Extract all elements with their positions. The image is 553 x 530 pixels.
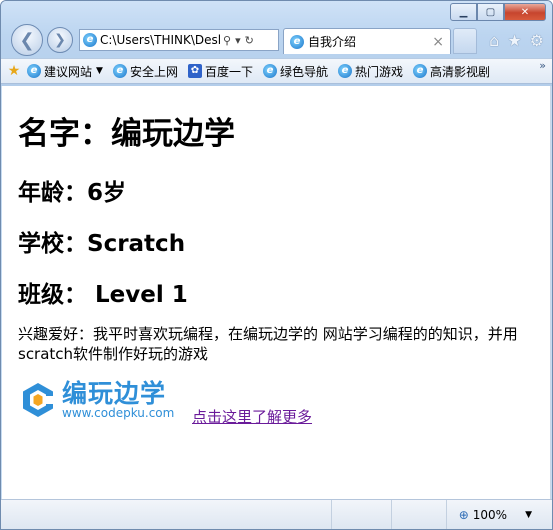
fav-item-3[interactable]: e 绿色导航 xyxy=(262,63,328,80)
fav-label: 建议网站 xyxy=(44,64,93,79)
arrow-left-icon: ❮ xyxy=(19,29,35,51)
fav-item-4[interactable]: e 热门游戏 xyxy=(337,63,403,80)
status-divider xyxy=(331,500,332,529)
forward-button[interactable]: ❯ xyxy=(47,27,73,53)
ie-icon: e xyxy=(337,64,352,78)
favorites-star-icon[interactable]: ★ xyxy=(507,31,521,50)
hobby-paragraph: 兴趣爱好：我平时喜欢玩编程，在编玩边学的 网站学习编程的的知识，并用scratc… xyxy=(18,325,518,363)
ie-icon: e xyxy=(83,33,97,47)
address-url[interactable]: C:\Users\THINK\Desl xyxy=(100,33,220,47)
browser-chrome: ▁ ▢ ✕ ❮ ❯ e C:\Users\THINK\Desl ⚲ ▾ ↻ e … xyxy=(1,1,552,86)
zoom-icon: ⊕ xyxy=(458,508,469,522)
favorites-icon[interactable]: ★ xyxy=(7,64,21,78)
minimize-button[interactable]: ▁ xyxy=(450,3,477,21)
tab-self-intro[interactable]: e 自我介绍 × xyxy=(283,28,451,54)
refresh-icon[interactable]: ↻ xyxy=(245,34,254,47)
fav-label: 百度一下 xyxy=(204,64,253,79)
favorites-bar: ★ e 建议网站 ▼ e 安全上网 ✿ 百度一下 e 绿色导航 e 热门游戏 e… xyxy=(1,58,552,84)
logo-mark-icon xyxy=(23,383,55,417)
chevron-down-icon[interactable]: ▼ xyxy=(525,510,532,520)
arrow-right-icon: ❯ xyxy=(54,32,66,48)
dropdown-icon[interactable]: ▾ xyxy=(235,34,241,47)
ie-icon: e xyxy=(413,64,427,78)
status-divider xyxy=(391,500,392,529)
fav-item-0[interactable]: e 建议网站 ▼ xyxy=(27,63,103,80)
name-heading: 名字：编玩边学 xyxy=(18,116,235,152)
address-tools: ⚲ ▾ ↻ xyxy=(223,34,254,47)
window-controls: ▁ ▢ ✕ xyxy=(450,3,546,21)
favorites-more-button[interactable]: » xyxy=(539,59,546,72)
browser-window: ▁ ▢ ✕ ❮ ❯ e C:\Users\THINK\Desl ⚲ ▾ ↻ e … xyxy=(0,0,553,530)
ie-icon: e xyxy=(112,64,127,78)
fav-item-1[interactable]: e 安全上网 xyxy=(112,63,178,80)
status-divider xyxy=(446,500,447,529)
tab-title: 自我介绍 xyxy=(308,35,357,49)
back-button[interactable]: ❮ xyxy=(11,24,43,56)
status-bar: ⊕ 100% ▼ xyxy=(1,499,552,529)
chevron-down-icon: ▼ xyxy=(96,66,103,76)
fav-label: 高清影视剧 xyxy=(430,64,491,79)
ie-icon: e xyxy=(262,64,277,78)
close-window-button[interactable]: ✕ xyxy=(504,3,546,21)
page-content: 名字：编玩边学 年龄：6岁 学校：Scratch 班级： Level 1 兴趣爱… xyxy=(2,86,551,499)
age-heading: 年龄：6岁 xyxy=(18,180,127,206)
codepku-logo: 编玩边学 www.codepku.com xyxy=(18,379,188,421)
zoom-level: 100% xyxy=(472,508,508,522)
close-tab-icon[interactable]: × xyxy=(432,34,444,50)
maximize-button[interactable]: ▢ xyxy=(477,3,504,21)
fav-item-2[interactable]: ✿ 百度一下 xyxy=(187,63,253,80)
home-icon[interactable]: ⌂ xyxy=(489,31,499,50)
new-tab-button[interactable] xyxy=(453,28,477,54)
search-icon[interactable]: ⚲ xyxy=(223,34,231,47)
browser-tools: ⌂ ★ ⚙ xyxy=(489,31,544,50)
learn-more-link[interactable]: 点击这里了解更多 xyxy=(192,406,312,427)
logo-chinese: 编玩边学 xyxy=(62,379,167,408)
fav-label: 安全上网 xyxy=(129,64,178,79)
zoom-control[interactable]: ⊕ 100% ▼ xyxy=(459,508,532,522)
logo-url: www.codepku.com xyxy=(62,406,175,420)
ie-icon: e xyxy=(27,64,41,78)
fav-label: 热门游戏 xyxy=(354,64,403,79)
class-heading: 班级： Level 1 xyxy=(18,282,188,308)
fav-item-5[interactable]: e 高清影视剧 xyxy=(413,63,490,80)
ie-icon: e xyxy=(290,34,304,49)
logo-text: 编玩边学 www.codepku.com xyxy=(62,379,175,420)
gear-icon[interactable]: ⚙ xyxy=(530,31,544,50)
paw-icon: ✿ xyxy=(187,64,202,78)
address-bar[interactable]: e C:\Users\THINK\Desl ⚲ ▾ ↻ xyxy=(79,29,279,51)
fav-label: 绿色导航 xyxy=(279,64,328,79)
school-heading: 学校：Scratch xyxy=(18,231,186,257)
